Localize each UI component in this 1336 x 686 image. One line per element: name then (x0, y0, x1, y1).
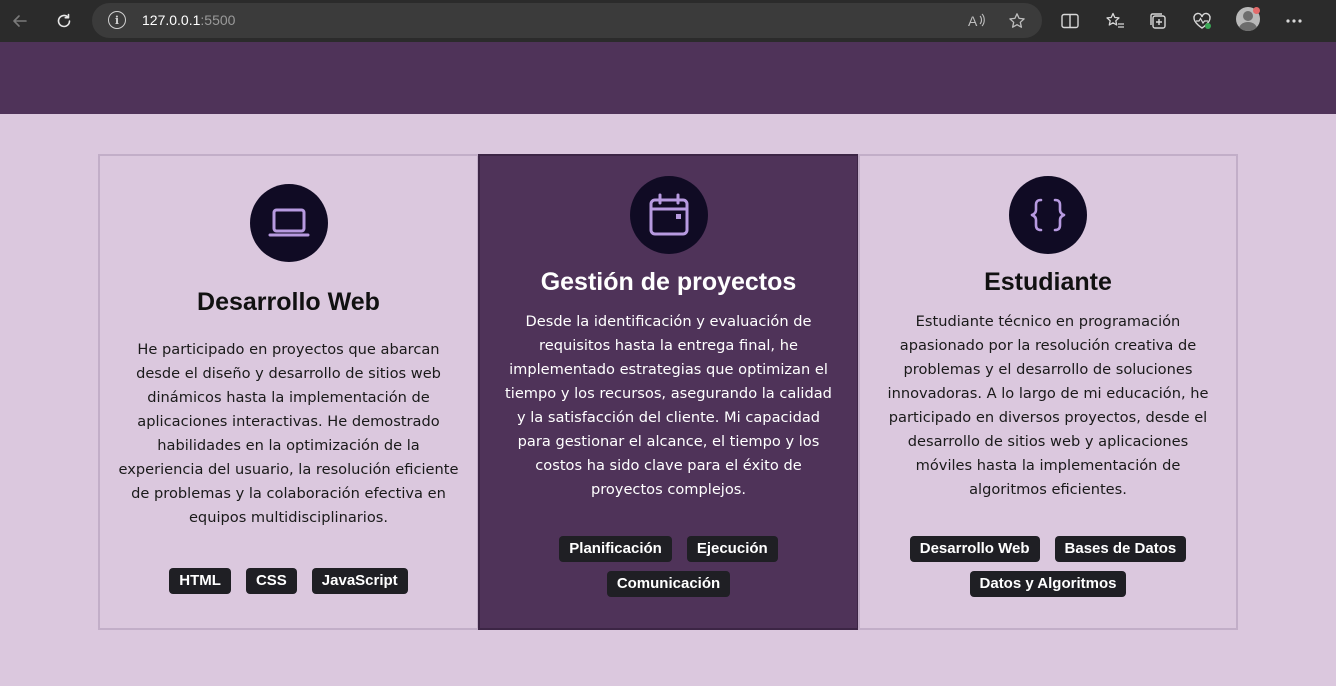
card-description: Estudiante técnico en programación apasi… (887, 313, 1209, 498)
calendar-icon-circle (629, 176, 708, 254)
card-description: Desde la identificación y evaluación de … (505, 313, 832, 498)
back-arrow-icon (13, 15, 27, 27)
tag: JavaScript (311, 568, 408, 594)
back-button[interactable] (6, 7, 34, 35)
page-header-band (0, 42, 1336, 114)
card-estudiante: Estudiante Estudiante técnico en program… (858, 154, 1238, 630)
card-gestion-proyectos: Gestión de proyectos Desde la identifica… (478, 154, 859, 630)
reload-button[interactable] (50, 7, 78, 35)
site-info-icon[interactable]: i (108, 11, 126, 29)
favorites-icon[interactable] (1102, 8, 1128, 34)
tag-list: Desarrollo Web Bases de Datos Datos y Al… (903, 536, 1193, 597)
calendar-icon (649, 193, 688, 236)
tag: Datos y Algoritmos (969, 571, 1127, 597)
code-braces-icon-circle (1009, 176, 1087, 254)
reload-icon (57, 13, 71, 28)
tag: HTML (169, 568, 231, 594)
code-braces-icon (1030, 198, 1066, 232)
tag: Desarrollo Web (909, 536, 1040, 562)
browser-toolbar: i 127.0.0.1:5500 A (0, 0, 1336, 42)
laptop-icon (268, 208, 309, 237)
svg-text:A: A (968, 13, 978, 29)
card-desarrollo-web: Desarrollo Web He participado en proyect… (98, 154, 479, 630)
browser-essentials-icon[interactable] (1189, 8, 1215, 34)
tag: CSS (245, 568, 297, 594)
tag: Ejecución (686, 536, 778, 562)
url-host: 127.0.0.1 (142, 12, 201, 28)
card-description: He participado en proyectos que abarcan … (118, 341, 459, 526)
tag-list: Planificación Ejecución Comunicación (549, 536, 789, 597)
card-title: Desarrollo Web (197, 288, 380, 316)
url-text: 127.0.0.1:5500 (142, 12, 235, 28)
read-aloud-icon[interactable]: A (966, 10, 988, 32)
tag: Comunicación (606, 571, 731, 597)
split-screen-icon[interactable] (1057, 8, 1083, 34)
profile-notification-dot (1253, 7, 1260, 14)
tag: Bases de Datos (1054, 536, 1187, 562)
tag: Planificación (559, 536, 672, 562)
collections-icon[interactable] (1145, 8, 1171, 34)
card-title: Estudiante (984, 268, 1112, 296)
url-port: :5500 (200, 12, 236, 28)
address-bar[interactable]: i 127.0.0.1:5500 A (92, 3, 1042, 38)
favorite-star-icon[interactable] (1006, 10, 1028, 32)
more-menu-icon[interactable] (1281, 8, 1307, 34)
laptop-icon-circle (249, 184, 328, 262)
tag-list: HTML CSS JavaScript (119, 568, 459, 594)
card-title: Gestión de proyectos (540, 268, 797, 296)
